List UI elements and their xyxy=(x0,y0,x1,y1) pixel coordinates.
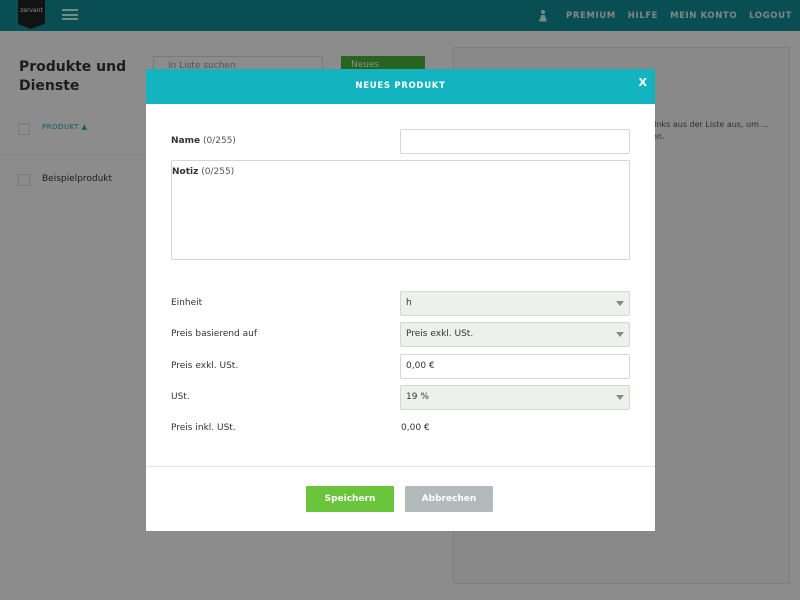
notiz-label: Notiz (0/255) xyxy=(172,167,234,177)
preis-exkl-label: Preis exkl. USt. xyxy=(171,361,239,371)
preis-inkl-value: 0,00 € xyxy=(401,423,430,433)
einheit-label: Einheit xyxy=(171,298,203,308)
preis-basis-select[interactable]: Preis exkl. USt. xyxy=(400,322,630,347)
einheit-select[interactable]: h xyxy=(400,291,630,316)
dialog-footer-divider xyxy=(146,466,655,467)
ust-label: USt. xyxy=(171,392,190,402)
name-input[interactable] xyxy=(400,129,630,154)
preis-inkl-label: Preis inkl. USt. xyxy=(171,423,236,433)
ust-select[interactable]: 19 % xyxy=(400,385,630,410)
close-icon[interactable]: X xyxy=(639,69,647,97)
notiz-counter: (0/255) xyxy=(201,167,235,177)
cancel-button[interactable]: Abbrechen xyxy=(405,486,493,512)
name-counter: (0/255) xyxy=(202,136,236,146)
ust-value: 19 % xyxy=(406,392,429,402)
new-product-dialog: NEUES PRODUKT X Name (0/255) Notiz (0/25… xyxy=(146,69,655,531)
chevron-down-icon xyxy=(616,332,624,337)
einheit-value: h xyxy=(406,298,412,308)
save-button[interactable]: Speichern xyxy=(306,486,394,512)
dialog-title: NEUES PRODUKT xyxy=(355,81,446,91)
chevron-down-icon xyxy=(616,395,624,400)
chevron-down-icon xyxy=(616,301,624,306)
name-label: Name (0/255) xyxy=(171,136,236,146)
preis-basis-value: Preis exkl. USt. xyxy=(406,329,474,339)
preis-exkl-input[interactable]: 0,00 € xyxy=(400,354,630,379)
notiz-label-text: Notiz xyxy=(172,167,199,177)
preis-basis-label: Preis basierend auf xyxy=(171,329,258,339)
name-label-text: Name xyxy=(171,136,201,146)
dialog-header: NEUES PRODUKT X xyxy=(146,69,655,104)
notiz-textarea[interactable] xyxy=(171,160,630,260)
